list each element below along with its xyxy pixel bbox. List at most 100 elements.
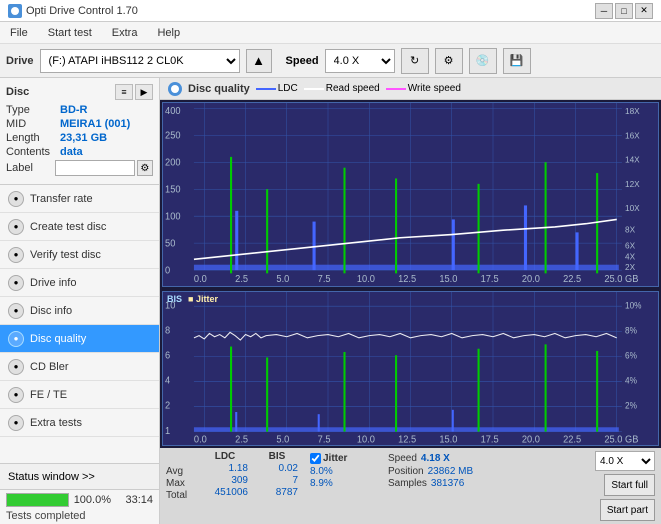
eject-button[interactable]: ▲: [246, 49, 272, 73]
legend-write-label: Write speed: [408, 83, 461, 94]
svg-text:10X: 10X: [625, 203, 640, 213]
title-bar: Opti Drive Control 1.70 ─ □ ✕: [0, 0, 661, 22]
svg-text:8X: 8X: [625, 224, 635, 234]
nav-item-disc-quality[interactable]: ●Disc quality: [0, 325, 159, 353]
speed-select-stat[interactable]: 4.0 X: [595, 451, 655, 471]
svg-text:4%: 4%: [625, 376, 637, 386]
svg-text:8%: 8%: [625, 326, 637, 336]
position-value: 23862 MB: [428, 466, 474, 477]
mid-value: MEIRA1 (001): [60, 118, 130, 130]
max-ldc: 309: [202, 475, 248, 486]
nav-icon-verify-test-disc: ●: [8, 247, 24, 263]
svg-text:5.0: 5.0: [276, 274, 289, 285]
drive-select[interactable]: (F:) ATAPI iHBS112 2 CL0K: [40, 49, 240, 73]
menu-file[interactable]: File: [4, 25, 34, 41]
menu-extra[interactable]: Extra: [106, 25, 144, 41]
nav-items: ● Transfer rate ●Create test disc●Verify t…: [0, 185, 159, 463]
progress-row: 100.0% 33:14: [0, 490, 159, 510]
svg-text:0.0: 0.0: [194, 435, 207, 445]
type-label: Type: [6, 104, 60, 116]
nav-icon-cd-bler: ●: [8, 359, 24, 375]
nav-icon-transfer-rate: ●: [8, 191, 24, 207]
title-bar-left: Opti Drive Control 1.70: [8, 4, 138, 18]
nav-label-cd-bler: CD Bler: [30, 361, 69, 373]
progress-bar-container: [6, 493, 69, 507]
svg-text:1: 1: [165, 426, 170, 437]
svg-text:15.0: 15.0: [439, 274, 457, 285]
nav-icon-extra-tests: ●: [8, 415, 24, 431]
save-button[interactable]: 💾: [503, 48, 531, 74]
app-title: Opti Drive Control 1.70: [26, 5, 138, 17]
label-input[interactable]: [55, 160, 135, 176]
total-ldc: 451006: [202, 487, 248, 498]
length-label: Length: [6, 132, 60, 144]
svg-text:6X: 6X: [625, 240, 635, 250]
disc-icon-btn-2[interactable]: ▶: [135, 84, 153, 100]
label-browse-button[interactable]: ⚙: [137, 160, 153, 176]
menu-start-test[interactable]: Start test: [42, 25, 98, 41]
svg-text:50: 50: [165, 238, 175, 249]
label-label: Label: [6, 162, 55, 174]
ldc-header: LDC: [202, 451, 248, 462]
svg-text:2.5: 2.5: [235, 274, 248, 285]
status-window-button[interactable]: Status window >>: [0, 464, 159, 490]
speed-value: 4.18 X: [421, 453, 450, 464]
svg-text:25.0 GB: 25.0 GB: [604, 435, 638, 445]
svg-text:2X: 2X: [625, 262, 635, 272]
nav-label-fe-te: FE / TE: [30, 389, 67, 401]
svg-text:0.0: 0.0: [194, 274, 207, 285]
nav-item-create-test-disc[interactable]: ●Create test disc: [0, 213, 159, 241]
legend-write: Write speed: [386, 83, 461, 94]
start-part-button[interactable]: Start part: [600, 499, 655, 521]
nav-icon-fe-te: ●: [8, 387, 24, 403]
nav-item-verify-test-disc[interactable]: ●Verify test disc: [0, 241, 159, 269]
bottom-chart: BIS ■ Jitter: [162, 291, 659, 446]
contents-label: Contents: [6, 146, 60, 158]
main-layout: Disc ≡ ▶ Type BD-R MID MEIRA1 (001) Leng…: [0, 78, 661, 524]
close-button[interactable]: ✕: [635, 3, 653, 19]
nav-item-drive-info[interactable]: ●Drive info: [0, 269, 159, 297]
svg-text:0: 0: [165, 265, 170, 276]
time-text: 33:14: [115, 494, 153, 506]
nav-icon-create-test-disc: ●: [8, 219, 24, 235]
menu-bar: File Start test Extra Help: [0, 22, 661, 44]
max-jitter: 8.9%: [310, 478, 376, 489]
menu-help[interactable]: Help: [151, 25, 186, 41]
status-window-label: Status window >>: [8, 471, 95, 483]
nav-item-extra-tests[interactable]: ●Extra tests: [0, 409, 159, 437]
nav-icon-disc-info: ●: [8, 303, 24, 319]
length-value: 23,31 GB: [60, 132, 107, 144]
disc-button[interactable]: 💿: [469, 48, 497, 74]
drive-bar: Drive (F:) ATAPI iHBS112 2 CL0K ▲ Speed …: [0, 44, 661, 78]
nav-label-transfer-rate: Transfer rate: [30, 193, 93, 205]
svg-text:22.5: 22.5: [563, 435, 581, 445]
nav-item-disc-info[interactable]: ● Disc info: [0, 297, 159, 325]
nav-item-transfer-rate[interactable]: ● Transfer rate: [0, 185, 159, 213]
samples-value: 381376: [431, 478, 464, 489]
svg-text:7.5: 7.5: [318, 274, 331, 285]
status-area: Status window >> 100.0% 33:14 Tests comp…: [0, 463, 159, 524]
jitter-checkbox[interactable]: [310, 453, 321, 464]
speed-select[interactable]: 4.0 X: [325, 49, 395, 73]
stats-bar: Avg Max Total LDC 1.18 309 451006 BIS 0.…: [160, 448, 661, 524]
maximize-button[interactable]: □: [615, 3, 633, 19]
refresh-button[interactable]: ↻: [401, 48, 429, 74]
contents-value: data: [60, 146, 83, 158]
nav-label-disc-info: Disc info: [30, 305, 72, 317]
svg-text:4X: 4X: [625, 251, 635, 261]
avg-label: Avg: [166, 466, 194, 477]
start-full-button[interactable]: Start full: [604, 474, 655, 496]
total-bis: 8787: [256, 487, 298, 498]
max-label: Max: [166, 478, 194, 489]
settings-button[interactable]: ⚙: [435, 48, 463, 74]
svg-text:12.5: 12.5: [398, 435, 416, 445]
nav-item-cd-bler[interactable]: ● CD Bler: [0, 353, 159, 381]
sidebar: Disc ≡ ▶ Type BD-R MID MEIRA1 (001) Leng…: [0, 78, 160, 524]
disc-icon-btn-1[interactable]: ≡: [115, 84, 133, 100]
legend-read-label: Read speed: [326, 83, 380, 94]
svg-text:10.0: 10.0: [357, 435, 375, 445]
minimize-button[interactable]: ─: [595, 3, 613, 19]
status-text: Tests completed: [0, 510, 159, 524]
nav-item-fe-te[interactable]: ● FE / TE: [0, 381, 159, 409]
samples-label: Samples: [388, 478, 427, 489]
